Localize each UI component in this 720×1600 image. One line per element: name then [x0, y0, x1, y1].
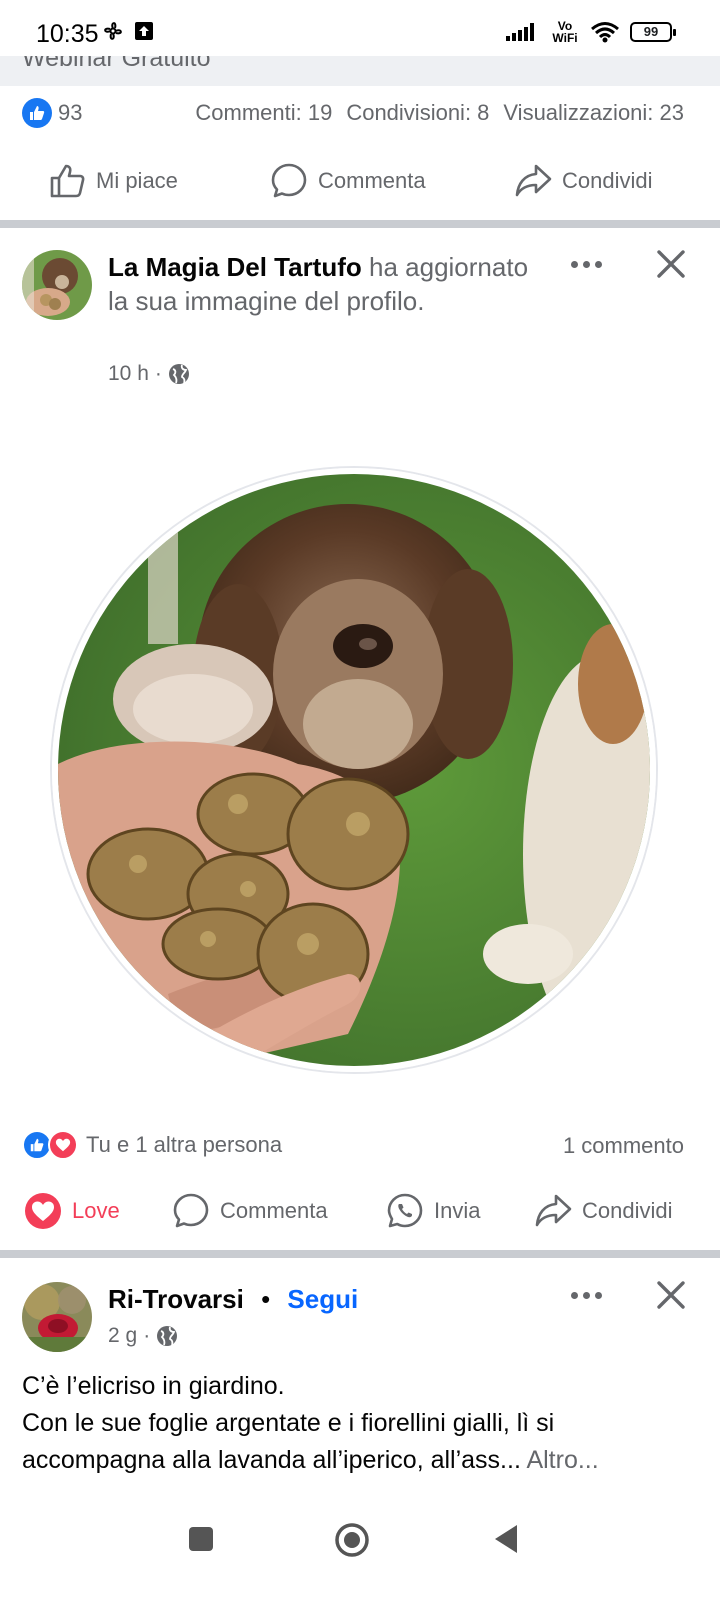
- like-label: Mi piace: [96, 168, 178, 193]
- post-time[interactable]: 10 h: [108, 362, 149, 386]
- author-avatar[interactable]: [22, 250, 92, 320]
- next-post-options-button[interactable]: [566, 1285, 606, 1305]
- upload-icon: [135, 22, 153, 40]
- meta-separator: ·: [143, 1324, 151, 1347]
- like-button[interactable]: Mi piace: [48, 162, 178, 200]
- comment-icon: [271, 163, 307, 198]
- vowifi-label: Vo WiFi: [552, 19, 578, 45]
- follow-separator: •: [261, 1284, 271, 1314]
- next-post-text: C’è l’elicriso in giardino. Con le sue f…: [22, 1368, 702, 1479]
- share-button[interactable]: Condividi: [534, 1192, 673, 1230]
- like-reaction-icon: [22, 98, 52, 128]
- send-whatsapp-button[interactable]: Invia: [386, 1192, 480, 1230]
- thumbs-up-icon: [50, 164, 85, 198]
- signal-icon: [506, 23, 534, 41]
- battery-indicator: 99: [630, 22, 676, 42]
- love-label: Love: [72, 1198, 120, 1223]
- next-author-name[interactable]: Ri-Trovarsi: [108, 1284, 244, 1314]
- shares-count[interactable]: Condivisioni: 8: [346, 100, 489, 126]
- feed-divider: [0, 1250, 720, 1258]
- views-count: Visualizzazioni: 23: [503, 100, 684, 125]
- status-bar: 10:35 Vo WiFi 99: [0, 0, 720, 56]
- comment-label: Commenta: [220, 1198, 328, 1223]
- status-right-icons: Vo WiFi 99: [506, 19, 676, 45]
- home-circle-icon[interactable]: [334, 1522, 370, 1558]
- globe-icon: [168, 364, 189, 384]
- comment-button[interactable]: Commenta: [270, 162, 426, 200]
- profile-picture-image[interactable]: [52, 468, 656, 1072]
- more-dot: [582, 1291, 590, 1299]
- reaction-summary[interactable]: Tu e 1 altra persona: [22, 1130, 282, 1160]
- love-button[interactable]: Love: [24, 1192, 120, 1230]
- post-text-line: C’è l’elicriso in giardino.: [22, 1372, 285, 1400]
- back-triangle-icon[interactable]: [492, 1523, 520, 1555]
- share-label: Condividi: [582, 1198, 673, 1223]
- share-button[interactable]: Condividi: [514, 162, 653, 200]
- next-post-header: Ri-Trovarsi • Segui: [108, 1282, 558, 1316]
- follow-button[interactable]: Segui: [287, 1284, 358, 1314]
- post-header: La Magia Del Tartufo ha aggiornato la su…: [108, 250, 548, 318]
- next-author-avatar[interactable]: [22, 1282, 92, 1352]
- see-more-link[interactable]: Altro...: [521, 1446, 598, 1474]
- more-dot: [570, 260, 578, 268]
- more-dot: [594, 260, 602, 268]
- fan-icon: [104, 22, 122, 40]
- feed-divider: [0, 220, 720, 228]
- post-meta: 10 h ·: [108, 362, 190, 386]
- close-icon[interactable]: [654, 1278, 688, 1312]
- post-comment-count[interactable]: 1 commento: [563, 1133, 684, 1159]
- android-navigation-bar: [0, 1490, 720, 1600]
- share-label: Condividi: [562, 168, 653, 193]
- comment-icon: [173, 1193, 209, 1228]
- likes-count[interactable]: 93: [58, 100, 82, 126]
- reaction-summary-text: Tu e 1 altra persona: [86, 1132, 283, 1157]
- more-dot: [594, 1291, 602, 1299]
- comments-count[interactable]: Commenti: 19: [195, 100, 332, 126]
- next-post-meta: 2 g ·: [108, 1324, 178, 1348]
- previous-post-stats: 93 Commenti: 19 Condivisioni: 8 Visualiz…: [0, 90, 720, 140]
- love-icon: [25, 1193, 61, 1229]
- globe-icon: [157, 1326, 178, 1346]
- close-icon[interactable]: [654, 247, 688, 281]
- share-icon: [535, 1194, 572, 1227]
- post-actions: Love Commenta Invia Condividi: [0, 1176, 720, 1246]
- wifi-icon: [591, 22, 619, 43]
- previous-post-actions: Mi piace Commenta Condividi: [0, 146, 720, 216]
- post-text-truncated: Con le sue foglie argentate e i fiorelli…: [22, 1409, 555, 1474]
- previous-post-title: Webinar Gratuito: [22, 56, 211, 72]
- whatsapp-icon: [387, 1193, 423, 1228]
- status-left-icons: [102, 20, 154, 42]
- comment-label: Commenta: [318, 168, 426, 193]
- recents-square-icon[interactable]: [188, 1526, 214, 1552]
- post-options-button[interactable]: [566, 254, 606, 274]
- post-text-line: Con le sue foglie argentate e i fiorelli…: [22, 1405, 702, 1479]
- more-dot: [570, 1291, 578, 1299]
- love-reaction-icon: [48, 1130, 78, 1160]
- author-name[interactable]: La Magia Del Tartufo: [108, 252, 362, 282]
- meta-separator: ·: [154, 362, 162, 385]
- previous-post-title-strip: Webinar Gratuito: [0, 56, 720, 86]
- comment-button[interactable]: Commenta: [172, 1192, 328, 1230]
- next-post-time[interactable]: 2 g: [108, 1324, 137, 1348]
- status-time: 10:35: [36, 20, 99, 48]
- share-icon: [515, 164, 552, 197]
- send-label: Invia: [434, 1198, 481, 1223]
- more-dot: [582, 260, 590, 268]
